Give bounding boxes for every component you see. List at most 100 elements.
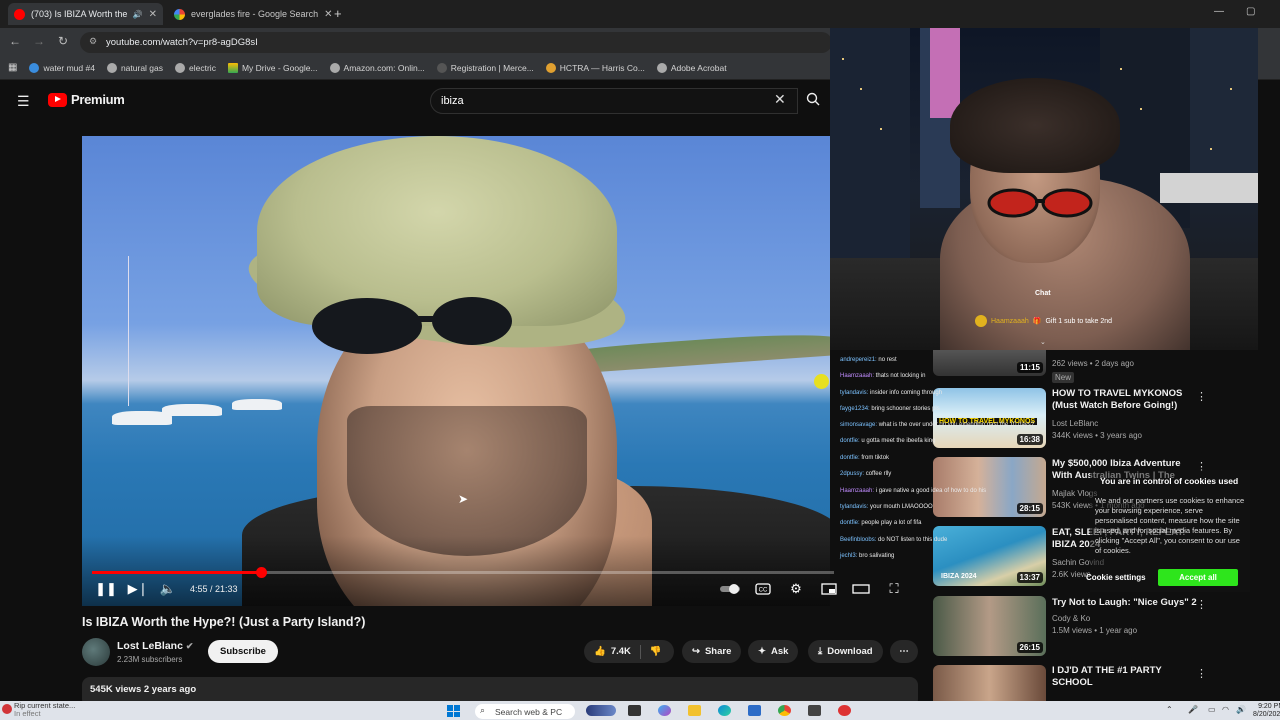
channel-avatar[interactable] <box>82 638 110 666</box>
recommended-title[interactable]: I DJ'D AT THE #1 PARTY SCHOOL <box>1052 665 1202 689</box>
bookmark-my-drive[interactable]: My Drive - Google... <box>227 62 318 73</box>
taskbar-app-icon[interactable] <box>808 705 821 716</box>
wifi-icon[interactable]: ◠ <box>1222 705 1229 714</box>
more-vertical-icon[interactable]: ⋮ <box>1196 598 1207 611</box>
fullscreen-icon[interactable]: ⛶ <box>885 580 903 598</box>
pause-icon[interactable]: ❚❚ <box>95 580 117 598</box>
recommended-channel[interactable]: Cody & Ko <box>1052 613 1090 624</box>
chat-message: andrepereiz1: no rest <box>840 357 897 363</box>
next-icon[interactable]: ▶❘ <box>128 580 149 598</box>
speaker-icon[interactable]: 🔊 <box>1236 705 1246 714</box>
chevron-down-icon[interactable]: ⌄ <box>1040 338 1046 346</box>
captions-icon[interactable]: CC <box>754 580 772 598</box>
google-favicon-icon <box>174 8 185 20</box>
forward-icon[interactable]: → <box>32 34 46 48</box>
weather-widget[interactable]: Rip current state... In effect <box>14 702 75 718</box>
address-bar[interactable]: ⚙ youtube.com/watch?v=pr8-agDG8sI <box>80 32 832 53</box>
video-frame-beard <box>347 406 587 556</box>
subscriber-count: 2.23M subscribers <box>117 655 183 664</box>
store-icon[interactable] <box>748 705 761 716</box>
reload-icon[interactable]: ↻ <box>56 34 70 48</box>
bookmark-natural-gas[interactable]: natural gas <box>106 62 163 73</box>
tab-google-search[interactable]: everglades fire - Google Search ✕ <box>168 3 332 25</box>
menu-icon[interactable]: ☰ <box>17 93 30 110</box>
bookmark-water-mud[interactable]: water mud #4 <box>29 62 95 73</box>
youtube-logo[interactable]: Premium <box>48 92 125 107</box>
recommended-thumbnail[interactable]: 11:15 <box>933 350 1046 376</box>
recommended-thumbnail[interactable]: 26:15 <box>933 596 1046 656</box>
close-tab-icon[interactable]: ✕ <box>324 9 332 20</box>
theater-mode-icon[interactable] <box>851 580 871 598</box>
share-button[interactable]: ↪ Share <box>682 640 742 663</box>
more-vertical-icon[interactable]: ⋮ <box>1196 667 1207 680</box>
taskbar-widget-icon[interactable] <box>586 705 616 716</box>
window-light <box>860 88 862 90</box>
video-player[interactable] <box>82 136 830 606</box>
city-building-lit <box>930 28 960 118</box>
more-vertical-icon[interactable]: ⋮ <box>1196 390 1207 403</box>
cookie-settings-button[interactable]: Cookie settings <box>1080 569 1152 585</box>
edge-icon[interactable] <box>718 705 731 716</box>
autoplay-toggle[interactable] <box>718 580 742 598</box>
cookie-accept-button[interactable]: Accept all <box>1158 569 1238 586</box>
bookmark-favicon-icon <box>545 62 556 73</box>
bookmark-amazon[interactable]: Amazon.com: Onlin... <box>329 62 425 73</box>
url-text: youtube.com/watch?v=pr8-agDG8sI <box>106 37 258 48</box>
taskbar-app-icon[interactable] <box>838 705 851 716</box>
settings-gear-icon[interactable]: ⚙ <box>787 580 805 598</box>
chat-label: Chat <box>1035 290 1051 297</box>
taskbar-search[interactable]: ⌕ Search web & PC <box>475 704 575 719</box>
ask-button[interactable]: ✦ Ask <box>748 640 799 663</box>
windows-start-icon[interactable] <box>447 705 460 717</box>
kitchen-cabinet <box>1160 173 1258 203</box>
apps-icon[interactable]: ▦ <box>8 62 17 73</box>
clear-search-icon[interactable]: ✕ <box>774 91 786 108</box>
chrome-icon[interactable] <box>778 705 791 716</box>
channel-name[interactable]: Lost LeBlanc ✔ <box>117 640 193 652</box>
volume-icon[interactable]: 🔈 <box>160 580 176 598</box>
gift-icon: 🎁 <box>1032 318 1042 325</box>
maximize-icon[interactable]: ▢ <box>1246 6 1255 17</box>
recommended-thumbnail[interactable]: IBIZA 2024 13:37 <box>933 526 1046 586</box>
speaker-icon[interactable]: 🔊 <box>133 10 143 19</box>
search-icon[interactable] <box>806 92 820 106</box>
dislike-button[interactable]: 👎 <box>650 646 662 657</box>
bookmark-favicon-icon <box>29 62 40 73</box>
display-icon[interactable]: ▭ <box>1208 705 1216 714</box>
recommended-title[interactable]: HOW TO TRAVEL MYKONOS (Must Watch Before… <box>1052 388 1202 412</box>
globe-icon <box>175 62 186 73</box>
recommended-thumbnail[interactable]: HOW TO TRAVEL MYKONOS 16:38 <box>933 388 1046 448</box>
recommended-channel[interactable]: Lost LeBlanc <box>1052 418 1098 429</box>
bookmark-electric[interactable]: electric <box>175 62 216 73</box>
download-button[interactable]: ⤓ Download <box>808 640 883 663</box>
like-dislike-group: 👍 7.4K 👎 <box>584 640 674 663</box>
miniplayer-icon[interactable] <box>820 580 838 598</box>
bookmark-adobe-acrobat[interactable]: Adobe Acrobat <box>656 62 727 73</box>
tab-youtube[interactable]: (703) Is IBIZA Worth the Hy 🔊 ✕ <box>8 3 163 25</box>
minimize-icon[interactable]: — <box>1214 6 1224 17</box>
youtube-favicon-icon <box>14 8 25 20</box>
bookmark-registration[interactable]: Registration | Merce... <box>436 62 534 73</box>
recommended-thumbnail[interactable] <box>933 665 1046 701</box>
weather-alert-icon[interactable] <box>2 704 12 714</box>
bookmark-hctra[interactable]: HCTRA — Harris Co... <box>545 62 645 73</box>
back-icon[interactable]: ← <box>8 34 22 48</box>
copilot-icon[interactable] <box>658 705 671 716</box>
recommended-title[interactable]: Try Not to Laugh: "Nice Guys" 2 <box>1052 597 1202 609</box>
microphone-icon[interactable]: 🎤 <box>1188 705 1198 714</box>
close-tab-icon[interactable]: ✕ <box>149 9 157 20</box>
taskbar-clock[interactable]: 9:20 PM 8/20/2024 <box>1253 703 1280 719</box>
file-explorer-icon[interactable] <box>688 705 701 716</box>
divider <box>639 644 641 659</box>
share-icon: ↪ <box>692 646 700 657</box>
task-view-icon[interactable] <box>628 705 641 716</box>
recommended-thumbnail[interactable]: 28:15 <box>933 457 1046 517</box>
chevron-up-icon[interactable]: ⌃ <box>1166 705 1173 714</box>
more-actions-button[interactable]: ⋯ <box>890 640 918 663</box>
search-input[interactable]: ibiza <box>430 88 798 114</box>
subscribe-button[interactable]: Subscribe <box>208 640 278 663</box>
site-info-icon[interactable]: ⚙ <box>89 36 97 47</box>
like-button[interactable]: 👍 7.4K <box>594 646 631 657</box>
gift-banner: Haamzaaah 🎁 Gift 1 sub to take 2nd <box>975 315 1112 327</box>
new-tab-icon[interactable]: + <box>334 6 342 21</box>
